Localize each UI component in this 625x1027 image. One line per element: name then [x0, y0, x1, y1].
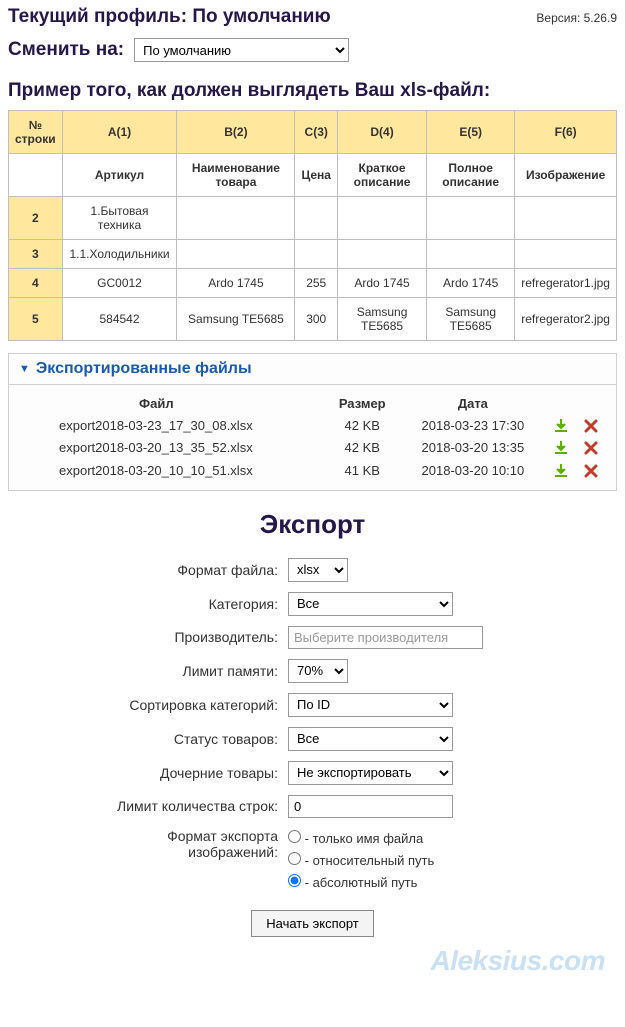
file-name: export2018-03-23_17_30_08.xlsx: [19, 414, 325, 437]
delete-icon[interactable]: [583, 463, 599, 479]
manufacturer-input[interactable]: [288, 626, 483, 649]
col-rownum-header: № строки: [9, 111, 63, 154]
file-size: 41 KB: [325, 459, 400, 482]
exported-files-panel: ▼ Экспортированные файлы Файл Размер Дат…: [8, 353, 617, 491]
file-date: 2018-03-20 10:10: [400, 459, 546, 482]
download-icon[interactable]: [553, 440, 569, 456]
rowlimit-label: Лимит количества строк:: [8, 798, 288, 814]
table-row: 31.1.Холодильники: [9, 240, 617, 269]
download-icon[interactable]: [553, 418, 569, 434]
file-row: export2018-03-20_10_10_51.xlsx41 KB2018-…: [19, 459, 606, 482]
memory-select[interactable]: 70%: [288, 659, 348, 683]
rowlimit-input[interactable]: [288, 795, 453, 818]
col-a-header: A(1): [62, 111, 177, 154]
switch-profile-label: Сменить на:: [8, 39, 124, 61]
col-c-header: C(3): [295, 111, 338, 154]
manufacturer-label: Производитель:: [8, 629, 288, 645]
img-opt-absolute[interactable]: - абсолютный путь: [288, 872, 617, 894]
table-row: 21.Бытовая техника: [9, 197, 617, 240]
table-row: 5584542Samsung TE5685300Samsung TE5685Sa…: [9, 298, 617, 341]
exported-files-toggle[interactable]: ▼ Экспортированные файлы: [9, 354, 616, 385]
example-title: Пример того, как должен выглядеть Ваш xl…: [8, 80, 617, 102]
col-f-header: F(6): [515, 111, 617, 154]
format-select[interactable]: xlsx: [288, 558, 348, 582]
children-label: Дочерние товары:: [8, 765, 288, 781]
delete-icon[interactable]: [583, 418, 599, 434]
col-d-header: D(4): [337, 111, 426, 154]
download-icon[interactable]: [553, 463, 569, 479]
current-profile-value: По умолчанию: [192, 6, 330, 27]
delete-icon[interactable]: [583, 440, 599, 456]
col-b-header: B(2): [177, 111, 295, 154]
status-label: Статус товаров:: [8, 731, 288, 747]
col-e-header: E(5): [427, 111, 515, 154]
sort-label: Сортировка категорий:: [8, 697, 288, 713]
category-select[interactable]: Все: [288, 592, 453, 616]
format-label: Формат файла:: [8, 562, 288, 578]
current-profile-label: Текущий профиль:: [8, 6, 187, 27]
file-name: export2018-03-20_10_10_51.xlsx: [19, 459, 325, 482]
file-row: export2018-03-23_17_30_08.xlsx42 KB2018-…: [19, 414, 606, 437]
chevron-down-icon: ▼: [19, 363, 30, 375]
page-title: Текущий профиль: По умолчанию: [8, 6, 331, 28]
version-text: Версия: 5.26.9: [536, 11, 617, 25]
file-date: 2018-03-23 17:30: [400, 414, 546, 437]
memory-label: Лимит памяти:: [8, 663, 288, 679]
exported-files-table: Файл Размер Дата export2018-03-23_17_30_…: [19, 393, 606, 482]
status-select[interactable]: Все: [288, 727, 453, 751]
table-row: 4GC0012Ardo 1745255Ardo 1745Ardo 1745ref…: [9, 269, 617, 298]
file-row: export2018-03-20_13_35_52.xlsx42 KB2018-…: [19, 437, 606, 460]
start-export-button[interactable]: Начать экспорт: [251, 910, 374, 937]
children-select[interactable]: Не экспортировать: [288, 761, 453, 785]
watermark: Aleksius.com: [430, 945, 605, 977]
img-opt-relative[interactable]: - относительный путь: [288, 850, 617, 872]
category-label: Категория:: [8, 596, 288, 612]
switch-profile-select[interactable]: По умолчанию: [134, 38, 349, 62]
img-opt-filename[interactable]: - только имя файла: [288, 828, 617, 850]
file-size: 42 KB: [325, 437, 400, 460]
img-format-label: Формат экспорта изображений:: [8, 828, 288, 860]
sort-select[interactable]: По ID: [288, 693, 453, 717]
file-name: export2018-03-20_13_35_52.xlsx: [19, 437, 325, 460]
export-section-title: Экспорт: [8, 509, 617, 540]
file-size: 42 KB: [325, 414, 400, 437]
example-table: № строки A(1) B(2) C(3) D(4) E(5) F(6) А…: [8, 110, 617, 341]
file-date: 2018-03-20 13:35: [400, 437, 546, 460]
